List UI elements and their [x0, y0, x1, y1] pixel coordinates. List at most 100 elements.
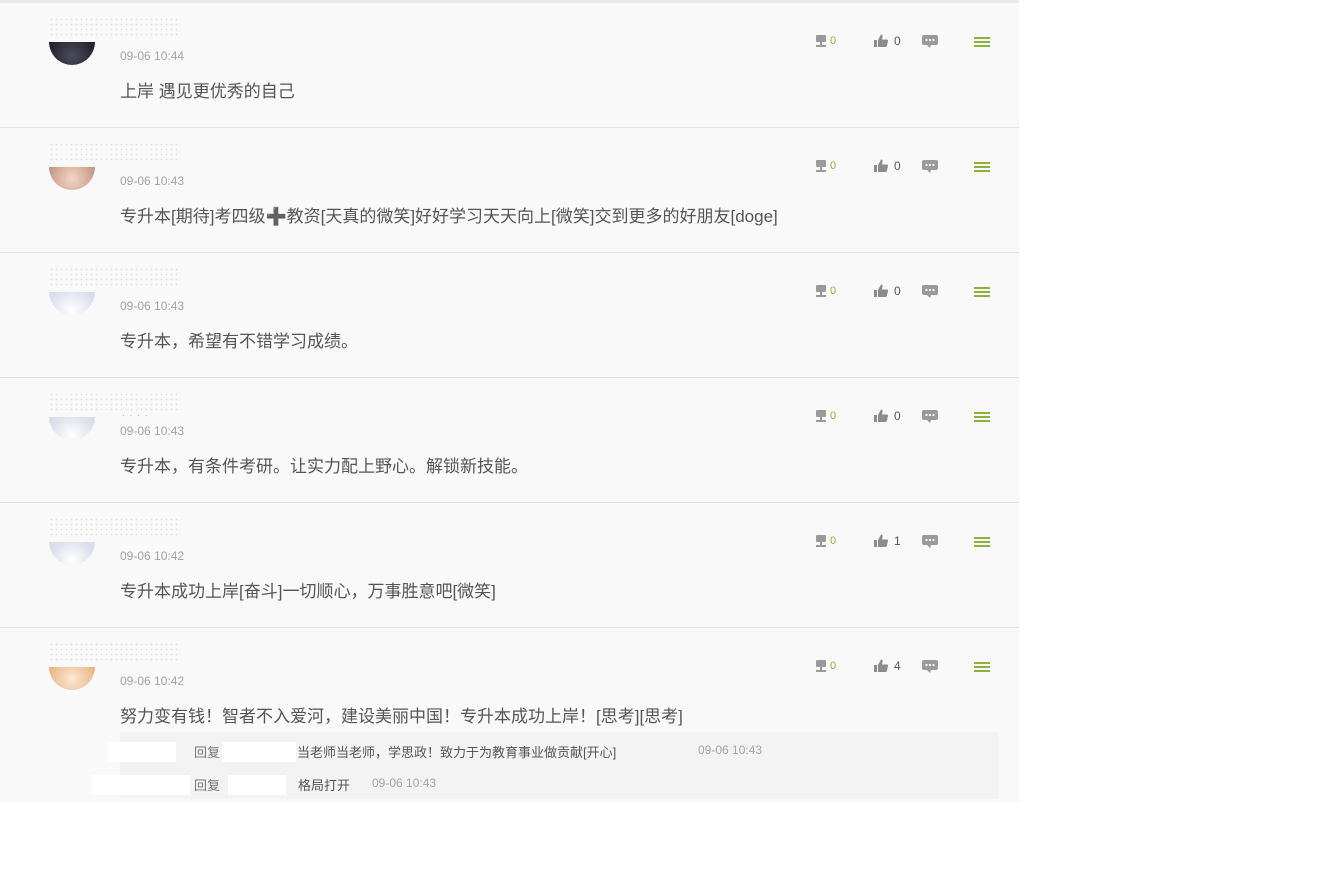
username-redacted	[49, 642, 181, 662]
gift-icon	[813, 533, 829, 549]
comment-item: 09-06 10:43 专升本，希望有不错学习成绩。 0 0	[0, 253, 1019, 378]
reply-target-redacted	[228, 775, 286, 795]
gift-button[interactable]: 0	[813, 406, 836, 426]
gift-count: 0	[830, 285, 837, 297]
speech-bubble-icon	[921, 283, 939, 299]
reply-button[interactable]	[921, 156, 939, 176]
gift-button[interactable]: 0	[813, 531, 836, 551]
like-count: 0	[894, 34, 901, 48]
reply-text: 格局打开	[298, 778, 351, 793]
like-button[interactable]: 0	[873, 156, 901, 176]
thumbs-up-icon	[873, 33, 889, 49]
reply-username-redacted	[92, 775, 190, 795]
gift-icon	[813, 283, 829, 299]
comment-item: 09-06 10:43 专升本[期待]考四级➕教资[天真的微笑]好好学习天天向上…	[0, 128, 1019, 253]
more-menu-button[interactable]	[973, 31, 991, 51]
hamburger-menu-icon	[973, 158, 991, 174]
thumbs-up-icon	[873, 658, 889, 674]
comment-actions: 0 0	[813, 156, 998, 176]
comment-text: 专升本，希望有不错学习成绩。	[120, 332, 358, 351]
gift-count: 0	[830, 160, 837, 172]
more-menu-button[interactable]	[973, 406, 991, 426]
speech-bubble-icon	[921, 408, 939, 424]
comment-text: 努力变有钱！智者不入爱河，建设美丽中国！专升本成功上岸！[思考][思考]	[120, 707, 683, 726]
comment-text: 上岸 遇见更优秀的自己	[120, 82, 295, 101]
comment-actions: 0 0	[813, 406, 998, 426]
comment-list: 09-06 10:44 上岸 遇见更优秀的自己 0 0 09-06 10:43 …	[0, 0, 1019, 802]
gift-button[interactable]: 0	[813, 281, 836, 301]
like-button[interactable]: 0	[873, 281, 901, 301]
reply-label: 回复	[194, 745, 221, 760]
username-redacted	[49, 517, 181, 537]
comment-actions: 0 0	[813, 31, 998, 51]
gift-icon	[813, 33, 829, 49]
hamburger-menu-icon	[973, 283, 991, 299]
reply-item: 回复 当老师当老师，学思政！致力于为教育事业做贡献[开心] 09-06 10:4…	[108, 740, 998, 762]
like-button[interactable]: 4	[873, 656, 901, 676]
like-count: 0	[894, 159, 901, 173]
reply-button[interactable]	[921, 406, 939, 426]
like-button[interactable]: 0	[873, 31, 901, 51]
more-menu-button[interactable]	[973, 656, 991, 676]
thumbs-up-icon	[873, 283, 889, 299]
username-redacted	[49, 267, 181, 287]
comment-actions: 0 0	[813, 281, 998, 301]
speech-bubble-icon	[921, 33, 939, 49]
gift-button[interactable]: 0	[813, 31, 836, 51]
hamburger-menu-icon	[973, 658, 991, 674]
speech-bubble-icon	[921, 658, 939, 674]
thumbs-up-icon	[873, 533, 889, 549]
comment-item: 09-06 10:42 努力变有钱！智者不入爱河，建设美丽中国！专升本成功上岸！…	[0, 628, 1019, 808]
reply-button[interactable]	[921, 31, 939, 51]
reply-button[interactable]	[921, 281, 939, 301]
hamburger-menu-icon	[973, 33, 991, 49]
comment-time: 09-06 10:42	[120, 549, 185, 563]
reply-time: 09-06 10:43	[372, 776, 437, 790]
like-count: 1	[894, 534, 901, 548]
reply-button[interactable]	[921, 656, 939, 676]
gift-icon	[813, 408, 829, 424]
gift-icon	[813, 158, 829, 174]
comment-text: 专升本[期待]考四级➕教资[天真的微笑]好好学习天天向上[微笑]交到更多的好朋友…	[120, 207, 778, 226]
username-redacted	[49, 17, 181, 37]
gift-count: 0	[830, 410, 837, 422]
gift-button[interactable]: 0	[813, 656, 836, 676]
gift-button[interactable]: 0	[813, 156, 836, 176]
comment-actions: 0 4	[813, 656, 998, 676]
like-button[interactable]: 0	[873, 406, 901, 426]
gift-count: 0	[830, 35, 837, 47]
username-redacted	[49, 142, 181, 162]
comment-item: 09-06 10:44 上岸 遇见更优秀的自己 0 0	[0, 3, 1019, 128]
comment-time: 09-06 10:43	[120, 299, 185, 313]
comment-item: 09-06 10:43 专升本，有条件考研。让实力配上野心。解锁新技能。 0 0…	[0, 378, 1019, 503]
gift-count: 0	[830, 535, 837, 547]
comment-actions: 0 1	[813, 531, 998, 551]
like-count: 0	[894, 284, 901, 298]
reply-list: 回复 当老师当老师，学思政！致力于为教育事业做贡献[开心] 09-06 10:4…	[92, 732, 998, 799]
like-count: 4	[894, 659, 901, 673]
comment-time: 09-06 10:44	[120, 49, 185, 63]
comment-time: 09-06 10:42	[120, 674, 185, 688]
reply-username-redacted	[108, 742, 176, 762]
speech-bubble-icon	[921, 533, 939, 549]
reply-item: 回复 格局打开 09-06 10:43	[92, 773, 998, 795]
hamburger-menu-icon	[973, 533, 991, 549]
hamburger-menu-icon	[973, 408, 991, 424]
more-menu-button[interactable]	[973, 281, 991, 301]
more-menu-button[interactable]	[973, 531, 991, 551]
comment-text: 专升本，有条件考研。让实力配上野心。解锁新技能。	[120, 457, 528, 476]
like-count: 0	[894, 409, 901, 423]
comment-text: 专升本成功上岸[奋斗]一切顺心，万事胜意吧[微笑]	[120, 582, 496, 601]
gift-count: 0	[830, 660, 837, 672]
username-redacted	[49, 392, 181, 412]
reply-target-redacted	[222, 742, 296, 762]
reply-time: 09-06 10:43	[698, 743, 763, 757]
comment-time: 09-06 10:43	[120, 174, 185, 188]
speech-bubble-icon	[921, 158, 939, 174]
reply-label: 回复	[194, 778, 221, 793]
reply-button[interactable]	[921, 531, 939, 551]
reply-text: 当老师当老师，学思政！致力于为教育事业做贡献[开心]	[297, 745, 617, 760]
more-menu-button[interactable]	[973, 156, 991, 176]
thumbs-up-icon	[873, 158, 889, 174]
like-button[interactable]: 1	[873, 531, 901, 551]
